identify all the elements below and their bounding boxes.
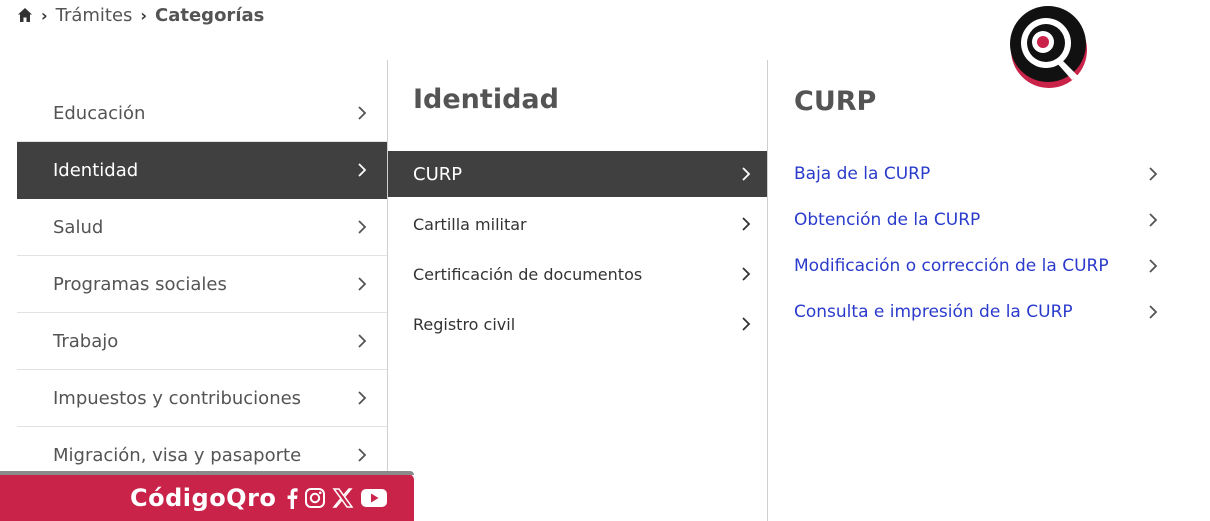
procedure-list: Baja de la CURP Obtención de la CURP Mod…: [794, 151, 1164, 335]
breadcrumb: › Trámites › Categorías: [17, 2, 272, 28]
subcategory-label: Certificación de documentos: [413, 264, 643, 284]
breadcrumb-tramites[interactable]: Trámites: [56, 5, 133, 26]
category-label: Programas sociales: [53, 273, 227, 295]
facebook-icon[interactable]: [286, 487, 299, 509]
brand-banner: CódigoQro: [0, 471, 414, 521]
subcategory-list: CURP Cartilla militar Certificación de d…: [388, 151, 767, 351]
chevron-right-icon: [357, 162, 367, 178]
chevron-right-icon: [357, 276, 367, 292]
procedure-label: Modificación o corrección de la CURP: [794, 256, 1109, 276]
breadcrumb-separator-icon: ›: [140, 5, 148, 25]
social-links: [286, 487, 388, 509]
codigoqro-logo-icon: [1008, 6, 1090, 90]
category-label: Educación: [53, 102, 146, 124]
chevron-right-icon: [1148, 166, 1158, 182]
category-item-impuestos[interactable]: Impuestos y contribuciones: [17, 370, 387, 427]
category-label: Migración, visa y pasaporte: [53, 444, 302, 466]
chevron-right-icon: [357, 219, 367, 235]
chevron-right-icon: [357, 105, 367, 121]
category-label: Identidad: [53, 159, 139, 181]
category-label: Salud: [53, 216, 104, 238]
x-icon[interactable]: [332, 487, 354, 509]
chevron-right-icon: [741, 216, 751, 232]
brand-name: CódigoQro: [130, 483, 277, 512]
category-label: Impuestos y contribuciones: [53, 387, 302, 409]
chevron-right-icon: [741, 166, 751, 182]
home-icon[interactable]: [17, 7, 33, 23]
category-label: Trabajo: [53, 330, 119, 352]
procedure-link-modificacion[interactable]: Modificación o corrección de la CURP: [794, 243, 1164, 289]
chevron-right-icon: [741, 266, 751, 282]
category-item-salud[interactable]: Salud: [17, 199, 387, 256]
column-divider: [767, 60, 768, 521]
procedure-label: Obtención de la CURP: [794, 210, 981, 230]
breadcrumb-separator-icon: ›: [41, 5, 48, 25]
category-item-programas-sociales[interactable]: Programas sociales: [17, 256, 387, 313]
instagram-icon[interactable]: [304, 487, 326, 509]
subcategory-label: CURP: [413, 163, 463, 185]
subcategory-label: Registro civil: [413, 314, 516, 334]
procedures-title: CURP: [794, 86, 877, 117]
subcategory-item-cartilla-militar[interactable]: Cartilla militar: [388, 201, 767, 247]
procedure-label: Consulta e impresión de la CURP: [794, 302, 1073, 322]
subcategory-item-registro-civil[interactable]: Registro civil: [388, 301, 767, 347]
chevron-right-icon: [1148, 258, 1158, 274]
procedure-link-baja[interactable]: Baja de la CURP: [794, 151, 1164, 197]
chevron-right-icon: [357, 390, 367, 406]
chevron-right-icon: [357, 447, 367, 463]
chevron-right-icon: [1148, 212, 1158, 228]
chevron-right-icon: [1148, 304, 1158, 320]
subcategory-item-certificacion[interactable]: Certificación de documentos: [388, 251, 767, 297]
category-item-identidad[interactable]: Identidad: [17, 142, 387, 199]
chevron-right-icon: [741, 316, 751, 332]
subcategory-title: Identidad: [413, 84, 559, 115]
category-item-educacion[interactable]: Educación: [17, 85, 387, 142]
subcategory-label: Cartilla militar: [413, 214, 527, 234]
chevron-right-icon: [357, 333, 367, 349]
procedure-link-consulta[interactable]: Consulta e impresión de la CURP: [794, 289, 1164, 335]
category-item-trabajo[interactable]: Trabajo: [17, 313, 387, 370]
procedure-label: Baja de la CURP: [794, 164, 931, 184]
breadcrumb-categorias: Categorías: [155, 4, 265, 26]
category-list: Educación Identidad Salud Programas soci…: [17, 85, 387, 484]
procedure-link-obtencion[interactable]: Obtención de la CURP: [794, 197, 1164, 243]
youtube-icon[interactable]: [360, 488, 388, 508]
subcategory-item-curp[interactable]: CURP: [388, 151, 767, 197]
